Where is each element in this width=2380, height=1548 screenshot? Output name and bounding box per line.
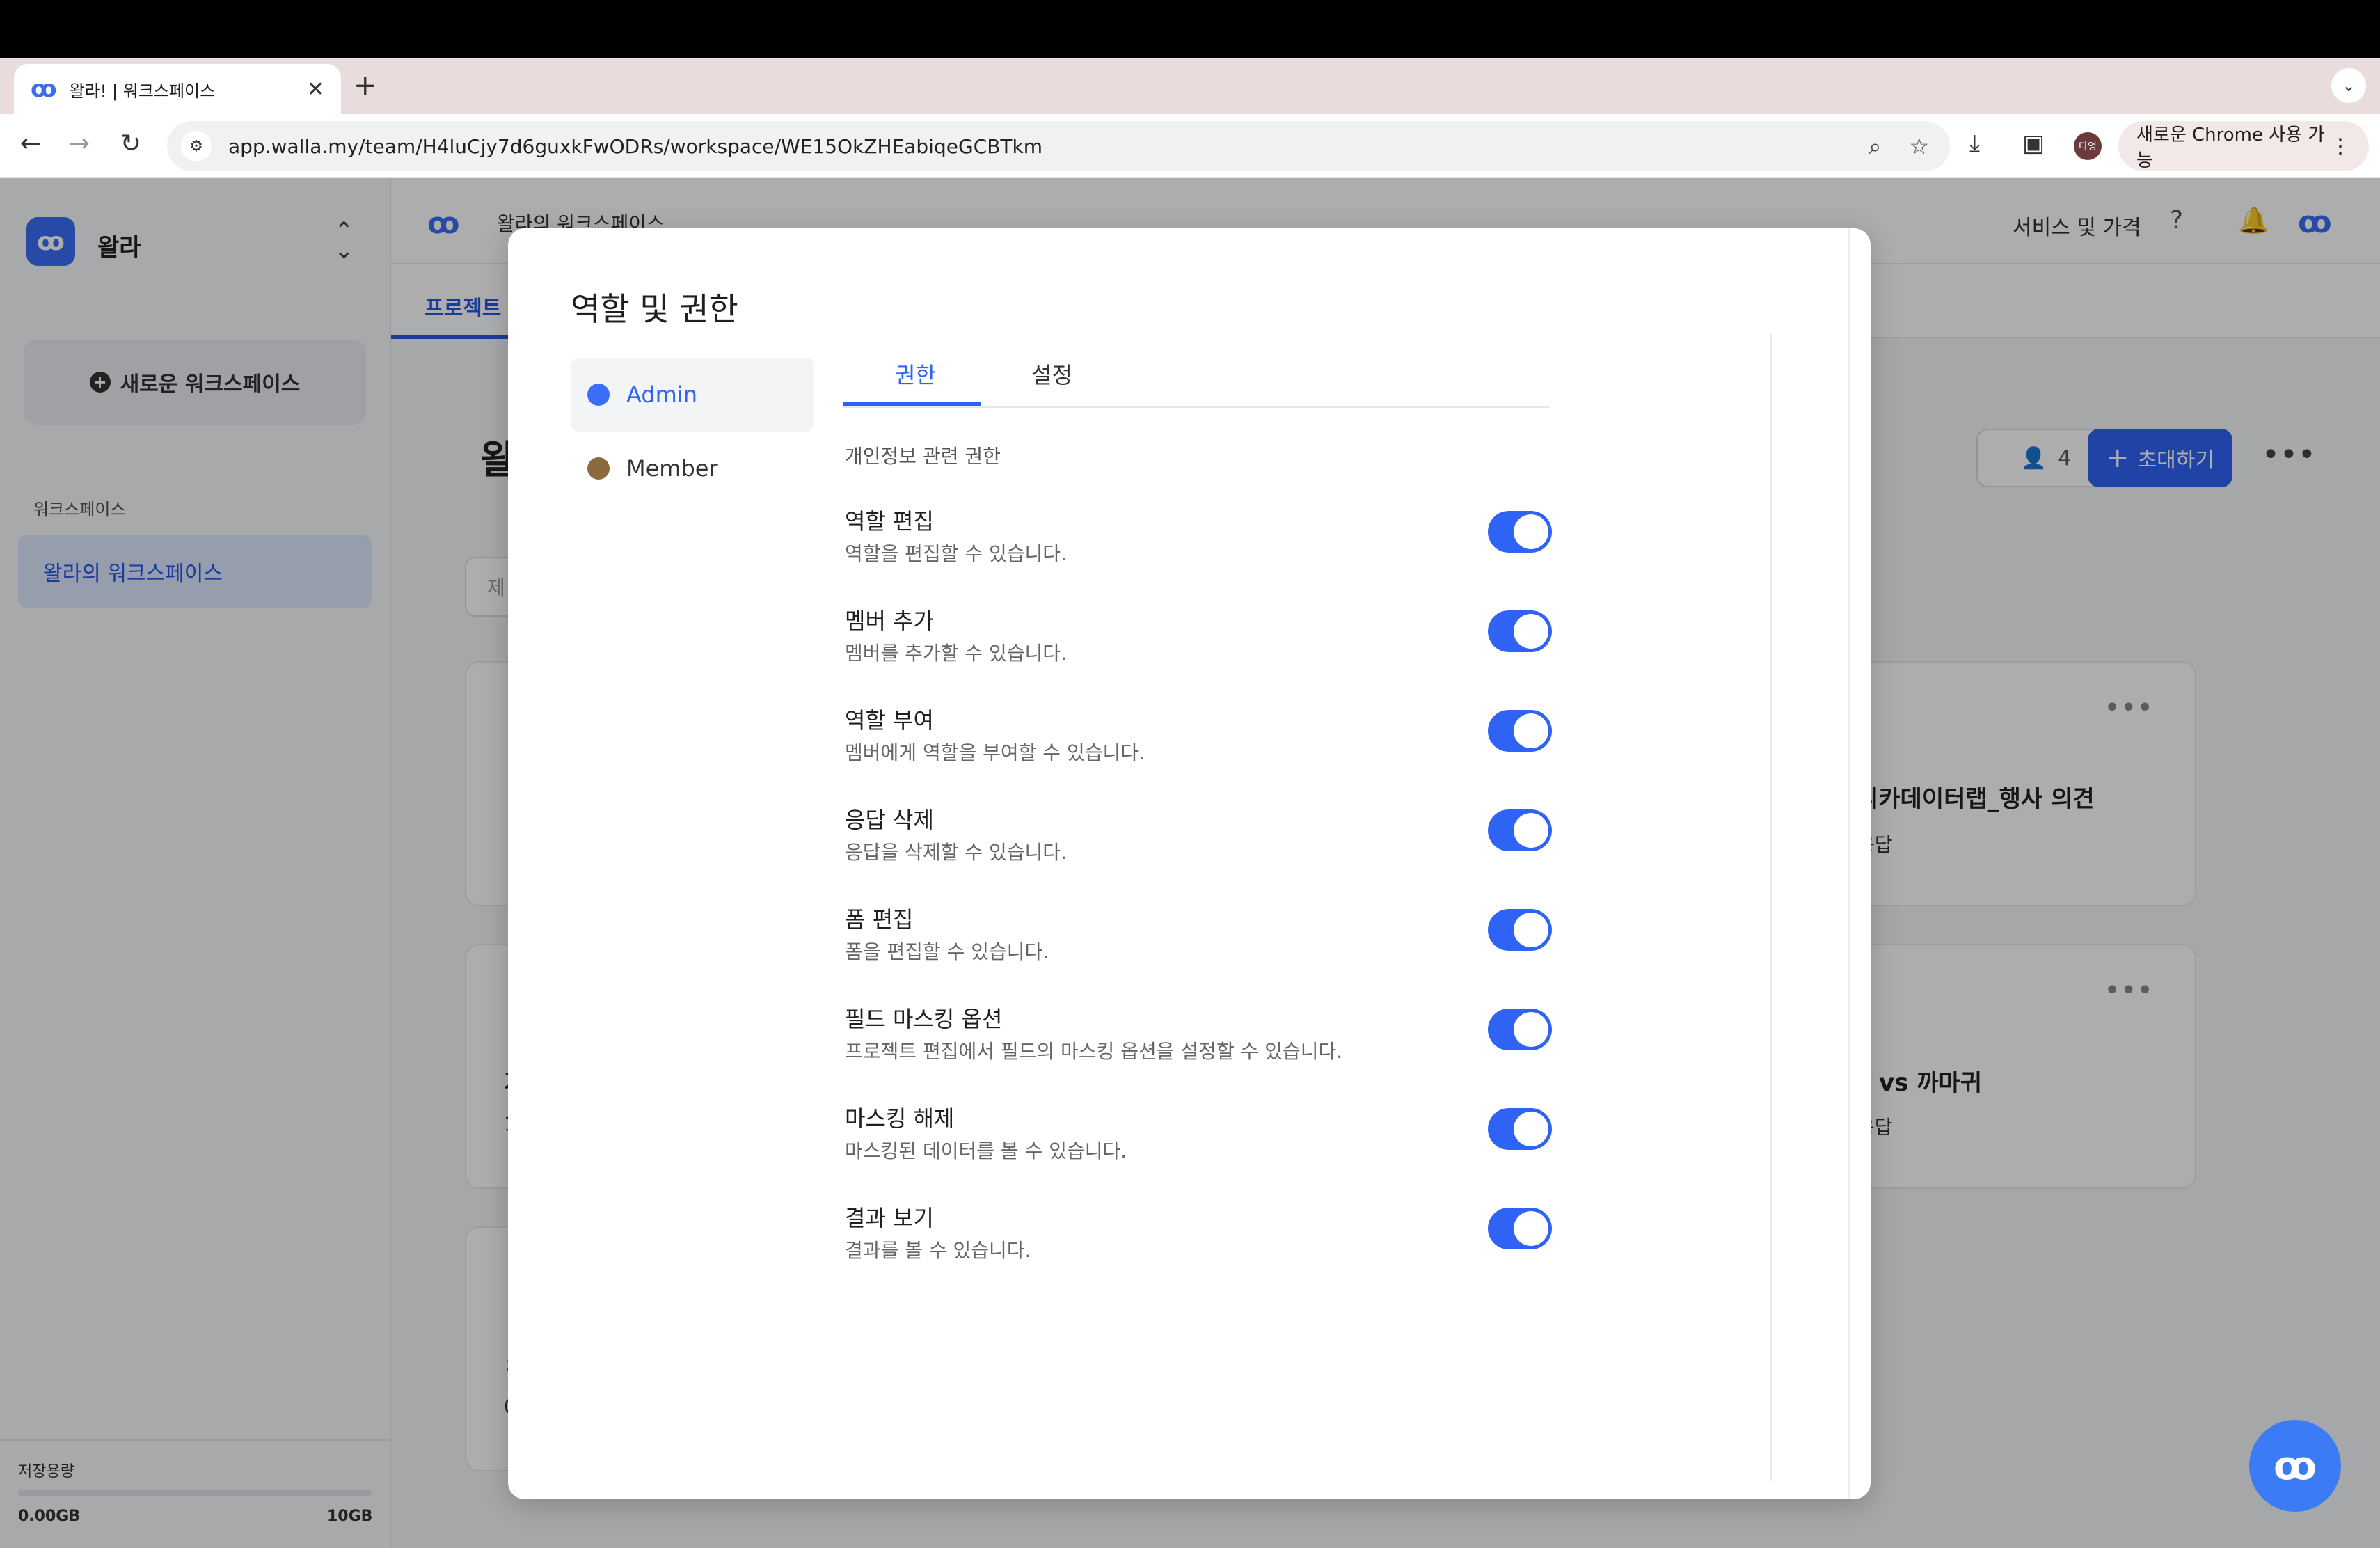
permission-toggle[interactable]	[1488, 809, 1552, 851]
tab-title: 왈라! | 워크스페이스	[69, 81, 216, 101]
role-item-member[interactable]: Member	[571, 432, 814, 505]
chrome-update-button[interactable]: 새로운 Chrome 사용 가능 ⋮	[2118, 121, 2369, 171]
side-panel-icon[interactable]: ▣	[2022, 129, 2045, 157]
forward-icon[interactable]: →	[63, 129, 96, 158]
section-heading: 개인정보 관련 권한	[845, 445, 1001, 468]
permission-title: 필드 마스킹 옵션	[845, 1006, 1003, 1032]
permission-toggle[interactable]	[1488, 909, 1552, 951]
role-label: Member	[626, 455, 718, 482]
permission-toggle[interactable]	[1488, 710, 1552, 752]
permission-row: 응답 삭제 응답을 삭제할 수 있습니다.	[845, 803, 1552, 886]
browser-tab[interactable]: ꝏ 왈라! | 워크스페이스 ✕	[14, 64, 341, 114]
close-tab-icon[interactable]: ✕	[307, 77, 324, 102]
profile-avatar[interactable]: 다엉	[2074, 132, 2102, 160]
modal-scrollbar[interactable]	[1848, 228, 1850, 1499]
tabs-divider	[843, 406, 1549, 408]
zoom-icon[interactable]: ⌕	[1869, 133, 1881, 160]
permission-row: 멤버 추가 멤버를 추가할 수 있습니다.	[845, 603, 1552, 687]
modal-title: 역할 및 권한	[571, 290, 738, 328]
tab-search-chevron-icon[interactable]: ⌄	[2331, 68, 2366, 103]
permission-row: 역할 편집 역할을 편집할 수 있습니다.	[845, 504, 1552, 587]
more-vert-icon[interactable]: ⋮	[2330, 134, 2351, 159]
permission-description: 멤버에게 역할을 부여할 수 있습니다.	[845, 741, 1145, 764]
permission-title: 역할 부여	[845, 707, 934, 734]
url-text[interactable]: app.walla.my/team/H4luCjy7d6guxkFwODRs/w…	[228, 135, 1841, 158]
download-icon[interactable]: ⤓	[1969, 129, 1980, 157]
permission-description: 응답을 삭제할 수 있습니다.	[845, 841, 1067, 864]
tab-permissions[interactable]: 권한	[895, 358, 936, 390]
active-tab-underline	[843, 402, 981, 406]
address-bar[interactable]: ⚙ app.walla.my/team/H4luCjy7d6guxkFwODRs…	[167, 121, 1950, 171]
role-label: Admin	[626, 381, 697, 408]
permission-title: 멤버 추가	[845, 608, 934, 634]
role-item-admin[interactable]: Admin	[571, 358, 814, 432]
permission-toggle[interactable]	[1488, 511, 1552, 553]
permission-description: 역할을 편집할 수 있습니다.	[845, 542, 1067, 565]
roles-permissions-modal: 역할 및 권한 Admin Member 권한 설정 개인정보 관련 권한 역할…	[508, 228, 1871, 1499]
chrome-update-label: 새로운 Chrome 사용 가능	[2136, 125, 2325, 171]
permission-description: 마스킹된 데이터를 볼 수 있습니다.	[845, 1139, 1127, 1162]
permission-toggle[interactable]	[1488, 1009, 1552, 1050]
permission-toggle[interactable]	[1488, 1208, 1552, 1249]
role-color-dot-icon	[587, 384, 610, 406]
permission-description: 결과를 볼 수 있습니다.	[845, 1239, 1031, 1262]
permission-row: 마스킹 해제 마스킹된 데이터를 볼 수 있습니다.	[845, 1101, 1552, 1185]
back-icon[interactable]: ←	[14, 129, 47, 158]
tab-settings[interactable]: 설정	[1031, 358, 1072, 390]
permission-description: 멤버를 추가할 수 있습니다.	[845, 642, 1067, 665]
system-top-bar	[0, 0, 2380, 58]
permission-description: 폼을 편집할 수 있습니다.	[845, 940, 1049, 963]
walla-fab-icon[interactable]: ꝏ	[2249, 1420, 2341, 1512]
new-tab-icon[interactable]: +	[354, 70, 377, 102]
permission-description: 프로젝트 편집에서 필드의 마스킹 옵션을 설정할 수 있습니다.	[845, 1040, 1343, 1063]
permission-title: 폼 편집	[845, 906, 914, 933]
permission-toggle[interactable]	[1488, 1108, 1552, 1150]
permission-title: 응답 삭제	[845, 807, 934, 833]
scroll-divider	[1770, 334, 1772, 1481]
role-color-dot-icon	[587, 457, 610, 480]
reload-icon[interactable]: ↻	[114, 129, 148, 158]
permission-row: 필드 마스킹 옵션 프로젝트 편집에서 필드의 마스킹 옵션을 설정할 수 있습…	[845, 1002, 1552, 1085]
walla-favicon-icon: ꝏ	[31, 75, 57, 103]
permission-row: 폼 편집 폼을 편집할 수 있습니다.	[845, 902, 1552, 986]
permission-title: 마스킹 해제	[845, 1105, 955, 1132]
permission-title: 역할 편집	[845, 508, 934, 535]
permission-title: 결과 보기	[845, 1205, 934, 1231]
site-info-icon[interactable]: ⚙	[181, 131, 212, 161]
permission-toggle[interactable]	[1488, 610, 1552, 652]
permission-row: 역할 부여 멤버에게 역할을 부여할 수 있습니다.	[845, 703, 1552, 787]
permission-row: 결과 보기 결과를 볼 수 있습니다.	[845, 1201, 1552, 1284]
bookmark-star-icon[interactable]: ☆	[1909, 133, 1929, 159]
